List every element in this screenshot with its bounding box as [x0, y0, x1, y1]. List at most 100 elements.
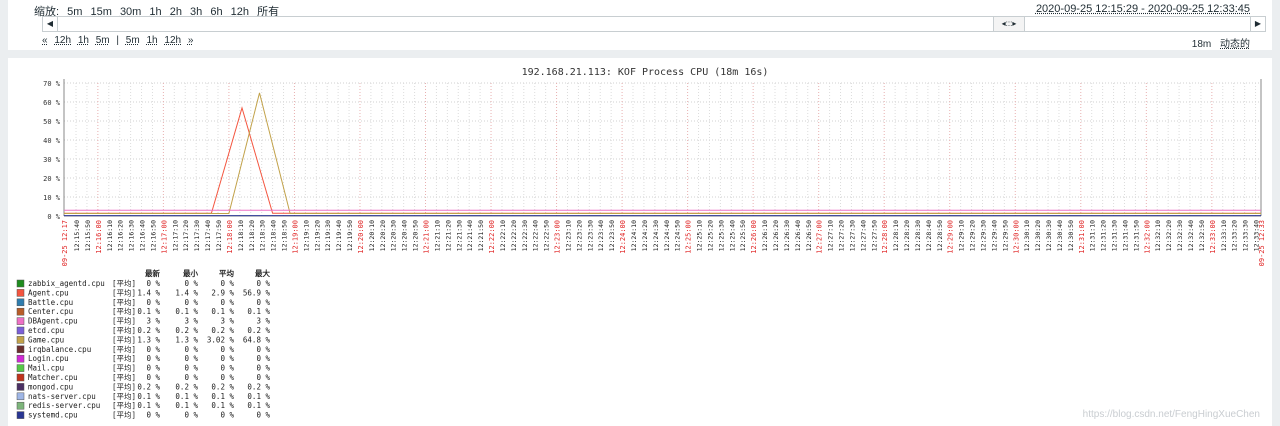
legend-item-value: 0 %	[184, 345, 198, 354]
series-line-Game-cpu	[64, 92, 1261, 214]
x-tick-label: 12:30:50	[1067, 220, 1075, 251]
legend-item-name: mongod.cpu	[28, 382, 73, 391]
legend-item-func: [平均]	[112, 334, 136, 344]
legend-item-name: etcd.cpu	[28, 326, 64, 335]
legend-item-func: [平均]	[112, 344, 136, 354]
legend-item-value: 0.1 %	[137, 307, 160, 316]
legend-item-value: 0 %	[220, 345, 234, 354]
x-tick-label: 12:27:30	[848, 220, 856, 251]
legend-item-value: 1.3 %	[175, 335, 198, 344]
watermark: https://blog.csdn.net/FengHingXueChen	[1082, 409, 1260, 420]
legend-item-value: 0.1 %	[247, 392, 270, 401]
x-tick-label: 12:26:10	[761, 220, 769, 251]
x-tick-label: 12:17:30	[193, 220, 201, 251]
x-tick-label: 12:31:20	[1100, 220, 1108, 251]
legend-item-func: [平均]	[112, 372, 136, 382]
legend-item-func: [平均]	[112, 325, 136, 335]
x-tick-label: 12:28:40	[925, 220, 933, 251]
x-tick-label: 12:16:30	[128, 220, 136, 251]
x-tick-label: 12:26:30	[783, 220, 791, 251]
x-tick-label: 12:23:30	[586, 220, 594, 251]
x-tick-label: 12:27:00	[816, 220, 824, 254]
legend-swatch	[16, 336, 25, 344]
x-tick-label: 12:27:20	[838, 220, 846, 251]
legend-swatch	[16, 354, 25, 363]
x-tick-label: 12:32:00	[1143, 220, 1151, 254]
legend-item-name: Login.cpu	[28, 354, 69, 363]
graph-title: 192.168.21.113: KOF Process CPU (18m 16s…	[522, 67, 769, 78]
x-tick-label: 12:25:00	[685, 220, 693, 254]
x-tick-label: 12:30:40	[1056, 220, 1064, 251]
legend-item-value: 0.2 %	[247, 382, 270, 391]
legend-item-value: 0.1 %	[137, 401, 160, 410]
legend-item-value: 0 %	[184, 373, 198, 382]
legend-item-name: Mail.cpu	[28, 364, 64, 373]
x-tick-label: 12:23:50	[608, 220, 616, 251]
legend-item-value: 0.1 %	[247, 307, 270, 316]
x-tick-label: 12:17:00	[160, 220, 168, 254]
legend-item-value: 0.1 %	[247, 401, 270, 410]
x-tick-label: 12:21:00	[423, 220, 431, 254]
legend-swatch	[16, 307, 25, 316]
x-tick-label: 12:30:00	[1012, 220, 1020, 254]
legend-swatch	[16, 364, 25, 372]
x-tick-label: 12:32:10	[1154, 220, 1162, 251]
y-tick-label: 50 %	[43, 118, 61, 126]
x-tick-label: 12:28:10	[892, 220, 900, 251]
x-tick-label: 12:26:00	[750, 220, 758, 254]
legend-item-value: 0.2 %	[175, 382, 198, 391]
legend-item-value: 0 %	[146, 345, 160, 354]
legend-item-name: irqbalance.cpu	[28, 345, 91, 354]
x-tick-label: 12:24:00	[619, 220, 627, 254]
x-tick-label: 12:23:10	[564, 220, 572, 251]
x-tick-label: 12:21:20	[444, 220, 452, 251]
x-tick-label: 12:30:30	[1045, 220, 1053, 251]
legend-item-value: 2.9 %	[211, 288, 234, 297]
x-tick-label: 12:30:10	[1023, 220, 1031, 251]
x-tick-label: 12:15:40	[73, 220, 81, 251]
x-tick-label: 12:21:50	[477, 220, 485, 251]
legend-item-value: 1.3 %	[137, 335, 160, 344]
x-tick-label: 12:29:10	[958, 220, 966, 251]
legend-item-value: 0 %	[146, 354, 160, 363]
legend-item-func: [平均]	[112, 353, 136, 363]
legend-item-value: 0 %	[184, 279, 198, 288]
x-tick-label: 12:16:10	[106, 220, 114, 251]
x-tick-label: 12:20:30	[390, 220, 398, 251]
legend-item-value: 0.2 %	[211, 382, 234, 391]
x-tick-label: 12:31:40	[1121, 220, 1129, 251]
x-tick-label: 12:29:30	[980, 220, 988, 251]
legend-item-value: 3 %	[146, 317, 160, 326]
x-tick-label: 12:28:20	[903, 220, 911, 251]
legend-item-value: 0 %	[256, 354, 270, 363]
x-tick-label: 12:24:10	[630, 220, 638, 251]
x-tick-label: 12:32:40	[1187, 220, 1195, 251]
x-tick-label: 12:19:50	[346, 220, 354, 251]
x-tick-label: 12:25:40	[728, 220, 736, 251]
legend-item-func: [平均]	[112, 287, 136, 297]
x-tick-label: 12:29:20	[969, 220, 977, 251]
x-tick-label: 12:17:40	[204, 220, 212, 251]
x-tick-label: 12:21:40	[466, 220, 474, 251]
x-tick-label: 12:16:00	[95, 220, 103, 254]
legend-item-value: 0.1 %	[211, 307, 234, 316]
legend-item-value: 3 %	[220, 317, 234, 326]
x-tick-label: 12:30:20	[1034, 220, 1042, 251]
x-tick-label: 12:23:20	[575, 220, 583, 251]
legend-item-func: [平均]	[112, 391, 136, 401]
x-tick-label: 12:27:10	[827, 220, 835, 251]
x-tick-label: 12:32:50	[1198, 220, 1206, 251]
legend-item-value: 0.1 %	[211, 401, 234, 410]
x-tick-label: 12:20:10	[368, 220, 376, 251]
x-tick-label: 12:26:40	[794, 220, 802, 251]
y-tick-label: 10 %	[43, 194, 61, 202]
legend-item-value: 3 %	[256, 317, 270, 326]
x-tick-label: 12:18:30	[259, 220, 267, 251]
x-tick-label: 12:33:20	[1231, 220, 1239, 251]
x-tick-label: 12:26:20	[772, 220, 780, 251]
legend-item-value: 64.8 %	[243, 335, 271, 344]
legend-item-name: zabbix_agentd.cpu	[28, 279, 105, 288]
x-date-label: 09-25 12:17	[61, 220, 69, 266]
legend-swatch	[16, 401, 25, 410]
x-tick-label: 12:19:10	[302, 220, 310, 251]
